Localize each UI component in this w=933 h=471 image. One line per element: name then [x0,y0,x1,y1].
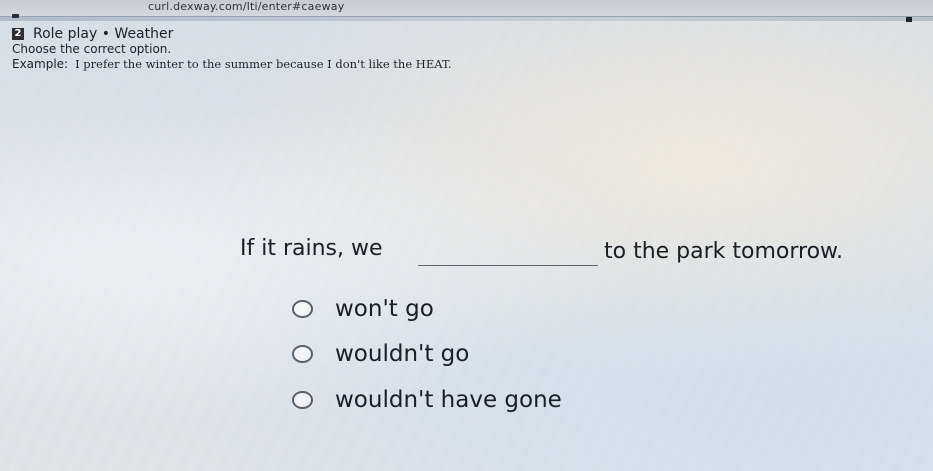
browser-address-bar[interactable]: curl.dexway.com/lti/enter#caeway [0,0,933,17]
window-corner-mark [12,14,19,18]
answer-blank [418,265,598,266]
radio-button-icon[interactable] [292,391,313,409]
example-text: I prefer the winter to the summer becaus… [75,57,452,71]
answer-option-label[interactable]: wouldn't go [335,341,469,367]
exercise-title: Role play • Weather [33,26,174,42]
exercise-header: 2 Role play • Weather [12,26,173,42]
top-divider-strip [0,17,933,21]
answer-option-2[interactable]: wouldn't go [292,341,469,367]
url-text[interactable]: curl.dexway.com/lti/enter#caeway [148,0,344,13]
window-corner-mark-right [906,17,912,22]
answer-option-label[interactable]: wouldn't have gone [335,387,562,413]
question-before-blank: If it rains, we [240,236,383,261]
question-sentence: If it rains, we to the park tomorrow. [240,236,920,270]
exercise-number-badge: 2 [12,28,24,40]
instruction-text: Choose the correct option. [12,42,172,56]
question-after-blank: to the park tomorrow. [604,239,844,264]
example-line: Example: I prefer the winter to the summe… [12,57,452,71]
answer-option-1[interactable]: won't go [292,296,434,322]
answer-option-label[interactable]: won't go [335,296,434,322]
answer-option-3[interactable]: wouldn't have gone [292,387,562,413]
example-label: Example: [12,57,69,71]
radio-button-icon[interactable] [292,300,313,318]
radio-button-icon[interactable] [292,345,313,363]
